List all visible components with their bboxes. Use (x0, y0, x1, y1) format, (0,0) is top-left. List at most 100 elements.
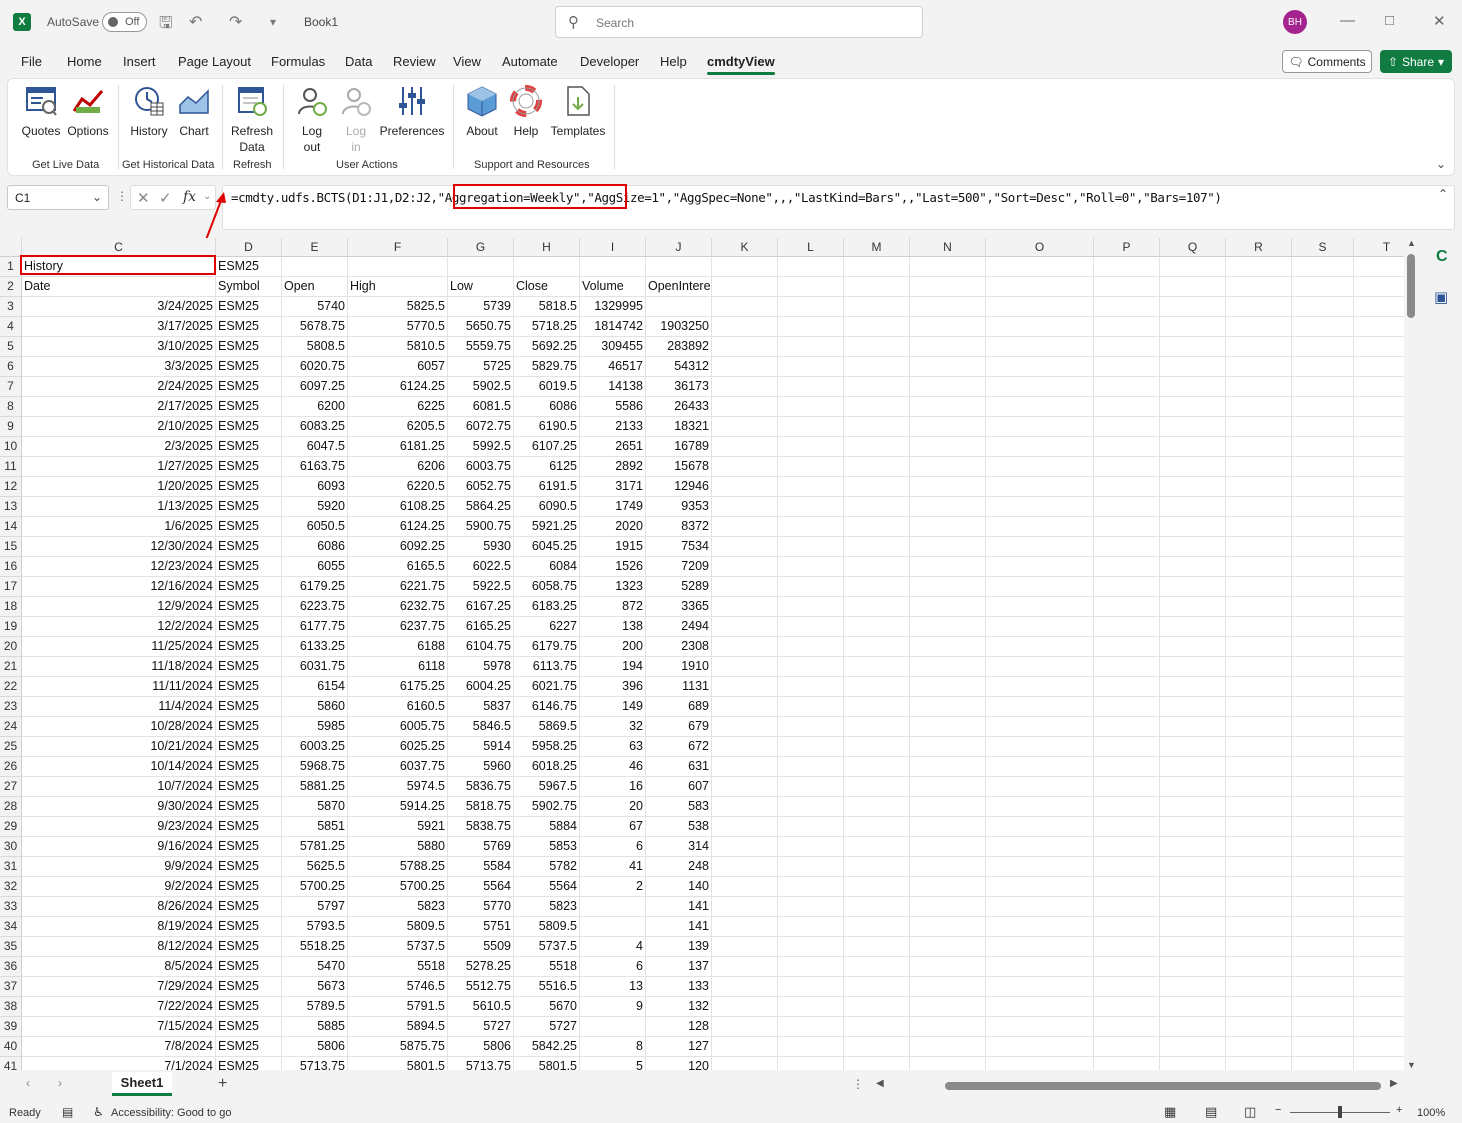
cell-t11[interactable] (1354, 457, 1404, 477)
cell-n16[interactable] (910, 557, 986, 577)
cell-r14[interactable] (1226, 517, 1292, 537)
cell-q22[interactable] (1160, 677, 1226, 697)
vertical-scrollbar[interactable]: ▲ ▼ (1404, 238, 1420, 1070)
cell-e2[interactable]: Open (282, 277, 348, 297)
cell-d36[interactable]: ESM25 (216, 957, 282, 977)
cell-t6[interactable] (1354, 357, 1404, 377)
cell-c25[interactable]: 10/21/2024 (22, 737, 216, 757)
cell-g36[interactable]: 5278.25 (448, 957, 514, 977)
cell-i29[interactable]: 67 (580, 817, 646, 837)
cell-p31[interactable] (1094, 857, 1160, 877)
column-header-i[interactable]: I (580, 238, 646, 257)
insert-function-icon[interactable]: fx (183, 189, 196, 205)
cell-j23[interactable]: 689 (646, 697, 712, 717)
row-header[interactable]: 8 (0, 397, 22, 417)
cell-j35[interactable]: 139 (646, 937, 712, 957)
cell-s28[interactable] (1292, 797, 1354, 817)
cell-l22[interactable] (778, 677, 844, 697)
cell-r41[interactable] (1226, 1057, 1292, 1070)
cell-s20[interactable] (1292, 637, 1354, 657)
cell-k8[interactable] (712, 397, 778, 417)
cell-q3[interactable] (1160, 297, 1226, 317)
cell-k39[interactable] (712, 1017, 778, 1037)
cell-j27[interactable]: 607 (646, 777, 712, 797)
cell-m26[interactable] (844, 757, 910, 777)
cell-l29[interactable] (778, 817, 844, 837)
zoom-level[interactable]: 100% (1417, 1107, 1445, 1119)
cell-m35[interactable] (844, 937, 910, 957)
login-button[interactable]: Log in (338, 83, 374, 155)
cell-k31[interactable] (712, 857, 778, 877)
cell-o36[interactable] (986, 957, 1094, 977)
cell-d24[interactable]: ESM25 (216, 717, 282, 737)
cell-g31[interactable]: 5584 (448, 857, 514, 877)
cell-j4[interactable]: 1903250 (646, 317, 712, 337)
cell-q16[interactable] (1160, 557, 1226, 577)
cell-o25[interactable] (986, 737, 1094, 757)
cell-n41[interactable] (910, 1057, 986, 1070)
cell-p17[interactable] (1094, 577, 1160, 597)
cell-m4[interactable] (844, 317, 910, 337)
cell-j34[interactable]: 141 (646, 917, 712, 937)
cell-g40[interactable]: 5806 (448, 1037, 514, 1057)
cell-n40[interactable] (910, 1037, 986, 1057)
cell-l24[interactable] (778, 717, 844, 737)
cell-i14[interactable]: 2020 (580, 517, 646, 537)
cell-t14[interactable] (1354, 517, 1404, 537)
cell-k14[interactable] (712, 517, 778, 537)
cell-d14[interactable]: ESM25 (216, 517, 282, 537)
cell-l37[interactable] (778, 977, 844, 997)
row-header[interactable]: 1 (0, 257, 22, 277)
column-header-k[interactable]: K (712, 238, 778, 257)
cell-h14[interactable]: 5921.25 (514, 517, 580, 537)
cell-l2[interactable] (778, 277, 844, 297)
close-icon[interactable]: ✕ (1433, 12, 1446, 30)
cell-n33[interactable] (910, 897, 986, 917)
cell-d20[interactable]: ESM25 (216, 637, 282, 657)
cell-c16[interactable]: 12/23/2024 (22, 557, 216, 577)
comments-button[interactable]: 🗨 Comments (1282, 50, 1372, 73)
cell-j25[interactable]: 672 (646, 737, 712, 757)
cell-e31[interactable]: 5625.5 (282, 857, 348, 877)
cell-n18[interactable] (910, 597, 986, 617)
cell-p22[interactable] (1094, 677, 1160, 697)
cell-n34[interactable] (910, 917, 986, 937)
cell-k34[interactable] (712, 917, 778, 937)
cell-l41[interactable] (778, 1057, 844, 1070)
cell-h25[interactable]: 5958.25 (514, 737, 580, 757)
cell-k11[interactable] (712, 457, 778, 477)
cell-s40[interactable] (1292, 1037, 1354, 1057)
cell-h15[interactable]: 6045.25 (514, 537, 580, 557)
column-header-l[interactable]: L (778, 238, 844, 257)
cell-l34[interactable] (778, 917, 844, 937)
cell-l23[interactable] (778, 697, 844, 717)
cell-m24[interactable] (844, 717, 910, 737)
search-box[interactable]: ⚲ Search (555, 6, 923, 38)
cell-m38[interactable] (844, 997, 910, 1017)
cell-q37[interactable] (1160, 977, 1226, 997)
cell-h23[interactable]: 6146.75 (514, 697, 580, 717)
cell-i16[interactable]: 1526 (580, 557, 646, 577)
cell-p28[interactable] (1094, 797, 1160, 817)
collapse-ribbon-icon[interactable]: ⌄ (1436, 157, 1446, 171)
scroll-left-icon[interactable]: ◀ (876, 1078, 884, 1089)
cell-i12[interactable]: 3171 (580, 477, 646, 497)
cell-c22[interactable]: 11/11/2024 (22, 677, 216, 697)
cell-e9[interactable]: 6083.25 (282, 417, 348, 437)
cell-s37[interactable] (1292, 977, 1354, 997)
cell-e36[interactable]: 5470 (282, 957, 348, 977)
cell-h32[interactable]: 5564 (514, 877, 580, 897)
cell-f37[interactable]: 5746.5 (348, 977, 448, 997)
cell-k10[interactable] (712, 437, 778, 457)
row-header[interactable]: 7 (0, 377, 22, 397)
cell-p8[interactable] (1094, 397, 1160, 417)
cell-h27[interactable]: 5967.5 (514, 777, 580, 797)
cell-c31[interactable]: 9/9/2024 (22, 857, 216, 877)
cell-p32[interactable] (1094, 877, 1160, 897)
cell-t19[interactable] (1354, 617, 1404, 637)
cell-s25[interactable] (1292, 737, 1354, 757)
cell-c38[interactable]: 7/22/2024 (22, 997, 216, 1017)
cell-g9[interactable]: 6072.75 (448, 417, 514, 437)
cell-l32[interactable] (778, 877, 844, 897)
cell-s22[interactable] (1292, 677, 1354, 697)
